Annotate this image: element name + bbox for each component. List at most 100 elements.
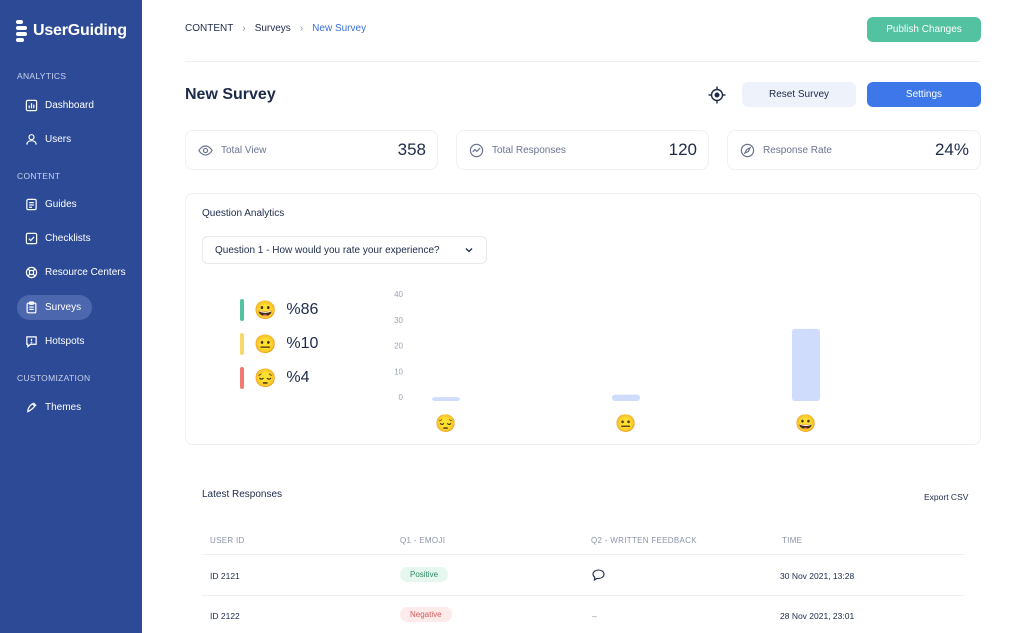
y-tick-label: 30	[394, 316, 403, 325]
nav-section-content: CONTENT	[17, 171, 61, 181]
stat-value: 358	[397, 140, 426, 159]
checklist-icon	[25, 232, 38, 245]
sidebar-item-themes[interactable]: Themes	[17, 395, 92, 420]
x-tick-label: 😔	[435, 414, 456, 433]
chevron-down-icon	[465, 248, 473, 253]
breadcrumb-current: New Survey	[312, 23, 367, 34]
legend-color-bar	[240, 333, 244, 355]
brand-logo[interactable]: UserGuiding	[16, 20, 127, 42]
stat-total-responses: Total Responses 120	[456, 130, 709, 170]
legend-color-bar	[240, 367, 244, 389]
responses-bar-chart: 0 10 20 30 40 😔 😐 😀	[394, 290, 820, 433]
brand-name: UserGuiding	[33, 22, 127, 39]
cell-feedback: –	[592, 611, 597, 621]
trend-icon	[469, 143, 484, 157]
chevron-right-icon: ›	[242, 23, 246, 34]
pensive-face-icon: 😔	[254, 368, 277, 388]
legend-item-positive: 😀 %86	[240, 299, 318, 321]
hotspot-icon	[26, 336, 37, 348]
dashboard-icon	[25, 99, 38, 112]
y-tick-label: 0	[399, 393, 404, 402]
sidebar-item-label: Resource Centers	[45, 267, 126, 278]
legend-percentage: %86	[286, 301, 319, 318]
target-button[interactable]	[704, 82, 730, 108]
stat-label: Total Responses	[492, 144, 566, 156]
settings-button[interactable]: Settings	[867, 82, 981, 107]
guides-icon	[26, 198, 37, 211]
reset-survey-button[interactable]: Reset Survey	[742, 82, 856, 107]
chart-bar[interactable]	[432, 397, 460, 401]
x-tick-label: 😐	[615, 414, 636, 433]
stat-total-view: Total View 358	[185, 130, 438, 170]
stat-label: Total View	[221, 144, 267, 156]
page-title: New Survey	[185, 86, 276, 103]
sidebar-item-checklists[interactable]: Checklists	[17, 226, 92, 251]
sidebar-item-surveys[interactable]: Surveys	[17, 295, 92, 320]
chevron-right-icon: ›	[299, 23, 304, 34]
cell-time: 30 Nov 2021, 13:28	[780, 571, 855, 581]
nav-section-customization: CUSTOMIZATION	[17, 373, 91, 383]
sidebar-item-resource-centers[interactable]: Resource Centers	[17, 260, 132, 285]
chart-bar[interactable]	[612, 394, 640, 401]
stat-value: 120	[668, 140, 697, 159]
column-header-time: TIME	[782, 536, 803, 545]
header-divider	[185, 61, 981, 62]
legend-percentage: %10	[286, 335, 319, 352]
sidebar-item-users[interactable]: Users	[17, 127, 92, 152]
status-badge: Negative	[400, 607, 452, 622]
clipboard-icon	[26, 301, 37, 314]
neutral-face-icon: 😐	[254, 334, 277, 354]
publish-changes-button[interactable]: Publish Changes	[867, 17, 981, 42]
breadcrumb-surveys[interactable]: Surveys	[255, 23, 291, 34]
compass-icon	[740, 143, 755, 157]
question-select[interactable]: Question 1 - How would you rate your exp…	[202, 236, 487, 264]
question-select-value: Question 1 - How would you rate your exp…	[215, 244, 440, 256]
y-tick-label: 20	[394, 342, 403, 351]
sidebar-item-hotspots[interactable]: Hotspots	[17, 329, 92, 354]
export-csv-link[interactable]: Export CSV	[924, 492, 968, 502]
eye-icon	[198, 144, 213, 156]
question-analytics-card: Question Analytics Question 1 - How woul…	[185, 193, 981, 445]
stat-value: 24%	[934, 140, 969, 159]
cell-user-id: ID 2122	[210, 611, 240, 621]
legend-percentage: %4	[286, 369, 310, 386]
legend-item-negative: 😔 %4	[240, 367, 310, 389]
column-header-q1: Q1 - EMOJI	[400, 536, 446, 545]
y-tick-label: 10	[394, 367, 403, 376]
sidebar-item-label: Checklists	[45, 233, 91, 244]
latest-responses-title: Latest Responses	[202, 489, 283, 500]
sidebar-item-label: Guides	[45, 199, 77, 210]
comment-icon[interactable]	[592, 569, 605, 581]
x-tick-label: 😀	[795, 414, 816, 433]
palette-icon	[27, 402, 37, 413]
cell-user-id: ID 2121	[210, 571, 240, 581]
logo-icon	[16, 20, 27, 42]
lifebuoy-icon	[25, 266, 38, 279]
sidebar-item-label: Hotspots	[45, 336, 85, 347]
status-badge: Positive	[400, 567, 449, 582]
sidebar: UserGuiding ANALYTICS Dashboard Users CO…	[0, 0, 142, 633]
sidebar-item-label: Surveys	[45, 302, 82, 313]
user-icon	[26, 134, 37, 145]
chart-bar[interactable]	[792, 328, 820, 401]
cell-time: 28 Nov 2021, 23:01	[780, 611, 855, 621]
breadcrumb: CONTENT › Surveys › New Survey	[185, 23, 366, 34]
row-divider	[202, 554, 965, 555]
nav-section-analytics: ANALYTICS	[17, 71, 67, 81]
legend-color-bar	[240, 299, 244, 321]
stat-label: Response Rate	[763, 144, 832, 156]
column-header-user-id: USER ID	[210, 536, 245, 545]
crosshair-icon	[708, 86, 726, 104]
column-header-q2: Q2 - WRITTEN FEEDBACK	[591, 536, 697, 545]
stat-response-rate: Response Rate 24%	[727, 130, 981, 170]
row-divider	[202, 595, 965, 596]
sidebar-item-label: Themes	[45, 402, 82, 413]
y-tick-label: 40	[394, 290, 403, 299]
breadcrumb-content[interactable]: CONTENT	[185, 23, 233, 34]
grinning-face-icon: 😀	[254, 300, 277, 320]
question-analytics-title: Question Analytics	[202, 208, 285, 219]
sidebar-item-label: Dashboard	[45, 100, 94, 111]
sidebar-item-dashboard[interactable]: Dashboard	[17, 93, 94, 118]
sidebar-item-guides[interactable]: Guides	[17, 192, 92, 217]
sidebar-item-label: Users	[45, 134, 72, 145]
